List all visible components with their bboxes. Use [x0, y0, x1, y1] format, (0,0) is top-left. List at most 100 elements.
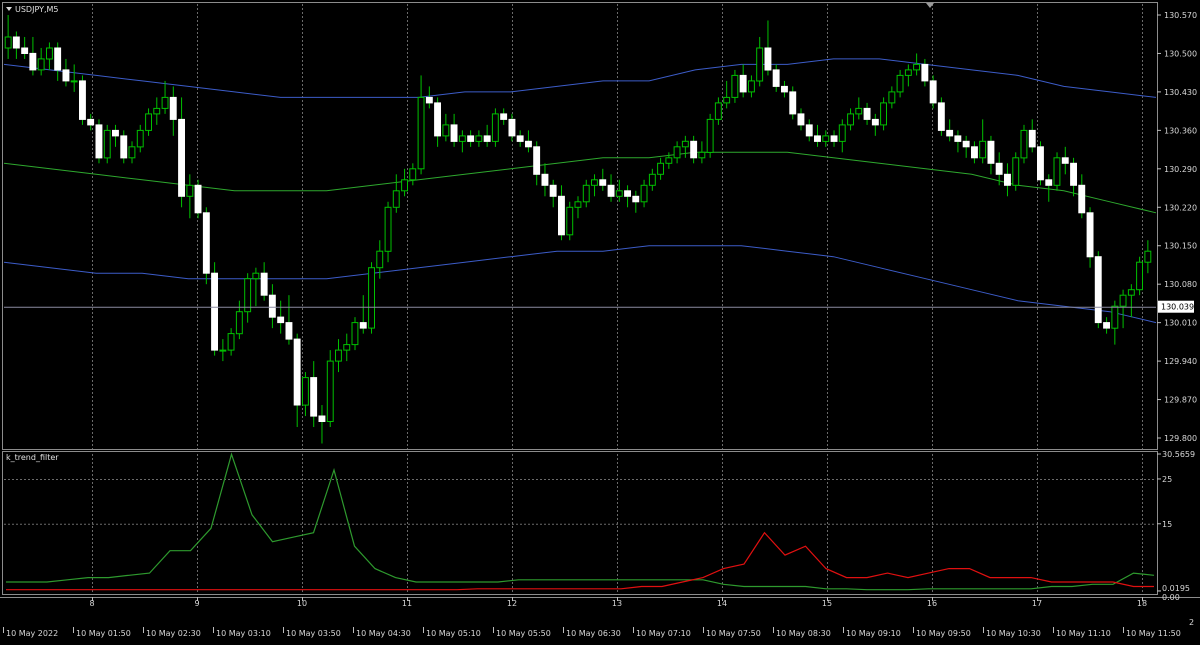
candle-body: [178, 118, 186, 197]
day-label: 18: [1137, 599, 1147, 608]
day-label: 15: [822, 599, 832, 608]
candle-body: [54, 47, 62, 71]
day-label: 13: [612, 599, 622, 608]
candle: [863, 102, 871, 125]
collapse-triangle-icon[interactable]: [6, 7, 12, 11]
price-tick-label: 130.010: [1164, 319, 1197, 328]
candle: [566, 201, 574, 241]
date-label: 10 May 05:50: [496, 629, 551, 638]
candle: [1144, 240, 1152, 274]
date-label: 10 May 09:10: [846, 629, 901, 638]
date-label: 10 May 10:30: [986, 629, 1041, 638]
date-label: 10 May 03:10: [216, 629, 271, 638]
candle: [293, 333, 301, 428]
candle-body: [1037, 146, 1044, 181]
candle: [21, 36, 29, 59]
candle-body: [409, 168, 417, 181]
candle: [326, 350, 334, 428]
candle-body: [1119, 294, 1127, 307]
time-axis: 8 9 10 11 12 13 14 15 16 17 18 10 May 2022 10 May 01…: [3, 597, 1181, 638]
candle-body: [1028, 129, 1036, 148]
date-label: 10 May 07:10: [636, 629, 691, 638]
candle: [458, 130, 466, 153]
candle-body: [87, 118, 95, 126]
candle: [574, 196, 582, 219]
candle: [285, 295, 293, 345]
candle-body: [913, 63, 920, 71]
candle-body: [491, 113, 499, 142]
date-label: 10 May 04:30: [356, 629, 411, 638]
candle: [70, 64, 78, 92]
candle-body: [657, 162, 664, 175]
candle-body: [805, 124, 813, 137]
candle-body: [558, 195, 565, 236]
indicator-tick-label: 30.5659: [1162, 450, 1195, 459]
candle-body: [582, 184, 590, 203]
candle: [624, 185, 631, 208]
chart-canvas[interactable]: 130.039 130.570130.500130.430130.360130.…: [0, 0, 1200, 641]
candle: [979, 119, 987, 164]
candle-body: [888, 91, 896, 104]
candle: [29, 36, 37, 76]
candle-body: [516, 135, 524, 142]
candle-body: [1136, 261, 1143, 291]
candle: [1103, 317, 1110, 334]
indicator-frame: [2, 451, 1158, 595]
candle-body: [681, 140, 689, 148]
candle: [194, 179, 202, 219]
candle-body: [1070, 162, 1077, 186]
candle-body: [1004, 173, 1011, 186]
date-label: 10 May 06:30: [566, 629, 621, 638]
candle: [772, 64, 780, 92]
candle: [343, 333, 351, 362]
date-label: 10 May 2022: [6, 629, 58, 638]
candle-body: [293, 338, 301, 406]
price-tick-label: 130.570: [1164, 11, 1197, 20]
candle-body: [161, 96, 169, 109]
day-label: 14: [717, 599, 727, 608]
date-label: 10 May 01:50: [76, 629, 131, 638]
candle: [351, 317, 359, 351]
candle-body: [252, 272, 260, 280]
candle: [962, 135, 970, 158]
candle: [1061, 146, 1069, 175]
price-axis: 130.570 130.500 130.430 130.360 130.290 130.2…: [1157, 11, 1197, 443]
candle: [648, 168, 656, 191]
indicator-green-line: [6, 452, 1155, 591]
indicator-name-label: k_trend_filter: [6, 453, 59, 462]
candle: [335, 339, 342, 373]
bollinger-upper-line: [3, 58, 1157, 98]
candle-body: [1094, 256, 1102, 324]
candle: [112, 124, 119, 147]
candle-body: [855, 107, 863, 115]
day-label: 8: [89, 599, 94, 608]
candle-body: [838, 124, 846, 142]
day-label: 10: [297, 599, 307, 608]
price-tick-label: 130.220: [1164, 203, 1197, 212]
candles: [4, 14, 1152, 444]
candle: [714, 97, 722, 125]
candle: [871, 113, 879, 136]
candle: [756, 36, 764, 87]
chart-window[interactable]: 130.039 130.570 130.500 130.430 130.360 130.…: [0, 0, 1200, 641]
candle-body: [376, 250, 384, 269]
day-label: 16: [927, 599, 937, 608]
price-tick-label: 130.360: [1164, 126, 1197, 135]
candle: [4, 14, 12, 59]
candle-body: [194, 184, 202, 214]
candle: [681, 135, 689, 158]
candle-body: [120, 135, 128, 159]
candle: [1070, 157, 1077, 197]
indicator-axis: 30.5659 25 15 0.01950.00: [1157, 450, 1195, 602]
candle-body: [624, 190, 631, 197]
candle-body: [103, 129, 111, 159]
candle-body: [268, 294, 276, 318]
candle-body: [219, 349, 227, 352]
candle-body: [136, 129, 144, 148]
candle-body: [417, 96, 425, 170]
candle-body: [211, 272, 219, 351]
candle-body: [648, 173, 656, 186]
candle-body: [781, 85, 788, 93]
candle: [1004, 163, 1011, 197]
candle: [632, 190, 640, 213]
